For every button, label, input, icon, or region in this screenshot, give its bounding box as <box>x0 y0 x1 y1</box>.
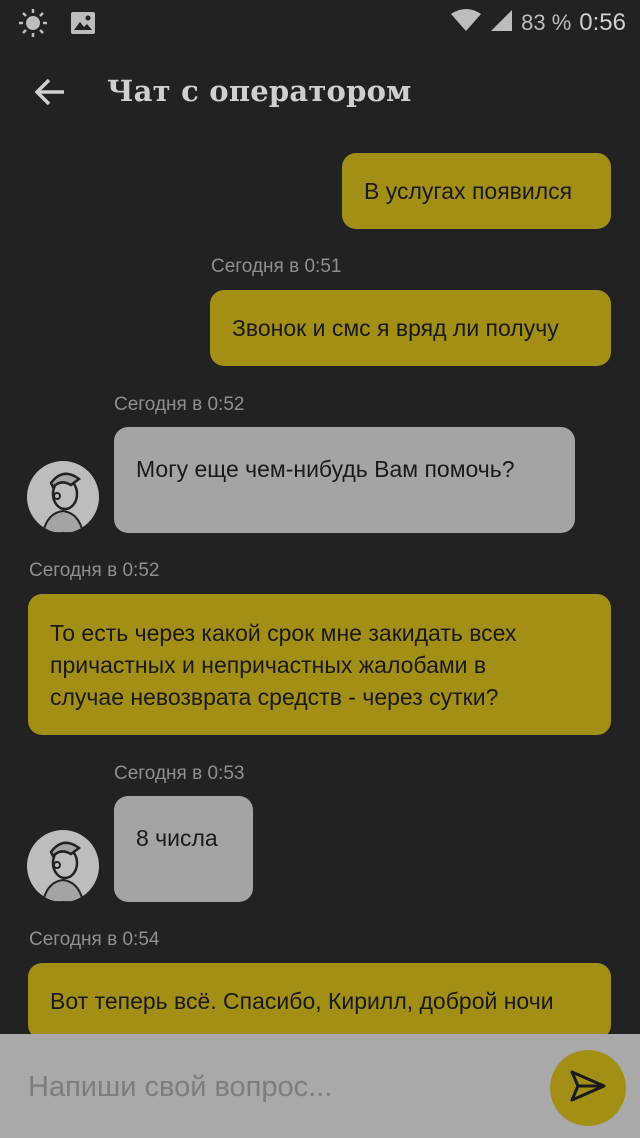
message-text: В услугах появился <box>364 178 573 204</box>
wifi-icon <box>451 8 482 38</box>
message-timestamp: Сегодня в 0:52 <box>114 394 245 415</box>
message-text: Вот теперь всё. Спасибо, Кирилл, доброй … <box>50 988 554 1014</box>
operator-avatar <box>27 461 99 533</box>
message-bubble: То есть через какой срок мне закидать вс… <box>28 594 611 735</box>
message-text-line: причастных и непричастных жалобами в <box>50 651 487 678</box>
message-bubble: 8 числа <box>114 796 253 902</box>
message-timestamp: Сегодня в 0:54 <box>29 929 160 950</box>
message-timestamp: Сегодня в 0:53 <box>114 763 245 784</box>
back-button[interactable] <box>28 74 72 114</box>
message-timestamp: Сегодня в 0:51 <box>211 256 342 277</box>
message-text-line: То есть через какой срок мне закидать вс… <box>50 619 517 646</box>
weather-icon <box>18 8 48 43</box>
operator-avatar <box>27 830 99 902</box>
message-text: Могу еще чем-нибудь Вам помочь? <box>136 456 515 482</box>
image-icon <box>70 10 96 41</box>
app-bar: Чат с оператором <box>0 44 640 144</box>
signal-icon <box>489 8 513 38</box>
page-title: Чат с оператором <box>107 74 412 108</box>
chat-messages[interactable]: В услугах появился Сегодня в 0:51 Звонок… <box>0 144 640 1034</box>
clock: 0:56 <box>579 9 626 36</box>
send-button[interactable] <box>550 1050 626 1126</box>
message-bubble: Могу еще чем-нибудь Вам помочь? <box>114 427 575 533</box>
message-input[interactable] <box>28 1062 528 1112</box>
battery-percent: 83 % <box>521 10 572 35</box>
message-bubble: В услугах появился <box>342 153 611 229</box>
message-bubble: Вот теперь всё. Спасибо, Кирилл, доброй … <box>28 963 611 1034</box>
message-text: 8 числа <box>136 825 218 851</box>
message-bubble: Звонок и смс я вряд ли получу <box>210 290 611 366</box>
message-timestamp: Сегодня в 0:52 <box>29 560 160 581</box>
status-bar: 83 % 0:56 <box>0 0 640 44</box>
message-text: Звонок и смс я вряд ли получу <box>232 315 559 341</box>
message-input-bar <box>0 1034 640 1138</box>
message-text-line: случае невозврата средств - через сутки? <box>50 683 499 710</box>
send-icon <box>569 1069 607 1108</box>
arrow-left-icon <box>34 78 66 111</box>
